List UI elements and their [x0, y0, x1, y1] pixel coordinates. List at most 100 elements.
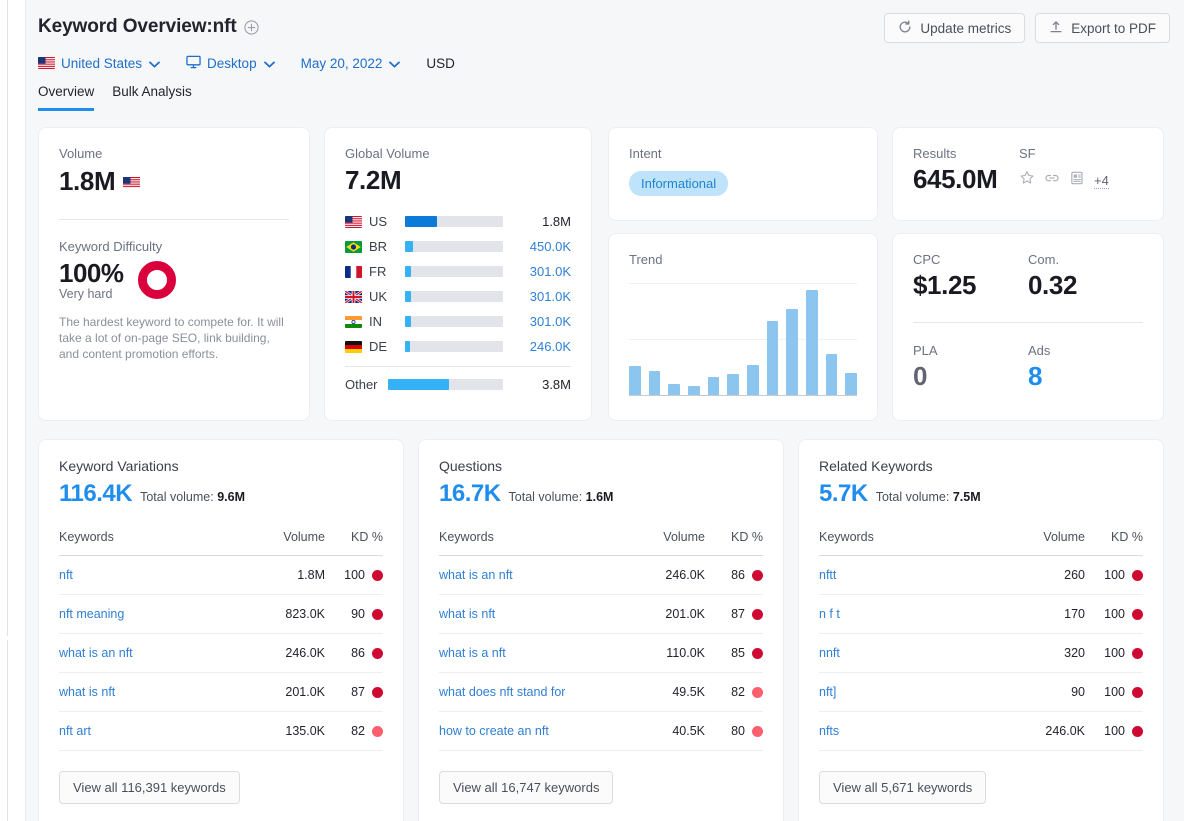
- related-keywords-view-all-button[interactable]: View all 5,671 keywords: [819, 771, 987, 804]
- trend-axis: [629, 395, 857, 396]
- country-label: United States: [61, 55, 143, 71]
- reviews-icon[interactable]: [1069, 170, 1085, 191]
- column-header-volume[interactable]: Volume: [639, 530, 705, 556]
- keyword-link[interactable]: what is nft: [59, 685, 115, 699]
- column-header-kd[interactable]: KD %: [705, 530, 763, 556]
- sf-more-link[interactable]: +4: [1094, 173, 1109, 189]
- trend-bar[interactable]: [707, 377, 720, 395]
- keyword-cell: nftt: [819, 555, 971, 595]
- keyword-link[interactable]: nfts: [819, 724, 839, 738]
- trend-bar[interactable]: [786, 308, 799, 395]
- kd-value: 82: [351, 724, 365, 738]
- kd-value: 100: [1104, 607, 1125, 621]
- date-selector[interactable]: May 20, 2022: [301, 56, 401, 71]
- keyword-link[interactable]: nft meaning: [59, 607, 124, 621]
- ads-value[interactable]: 8: [1028, 361, 1143, 392]
- trend-bar[interactable]: [825, 353, 838, 395]
- global-volume-card: Global Volume 7.2M US 1.8M BR 450.0K FR 301.0…: [324, 127, 592, 421]
- keyword-link[interactable]: what is a nft: [439, 646, 506, 660]
- trend-bar[interactable]: [688, 386, 700, 395]
- questions-view-all-button[interactable]: View all 16,747 keywords: [439, 771, 614, 804]
- column-header-keywords[interactable]: Keywords: [819, 530, 970, 556]
- kd-cell: 82: [325, 711, 383, 751]
- keyword-variations-card: Keyword Variations 116.4K Total volume: 9.…: [38, 439, 404, 821]
- trend-bar[interactable]: [766, 321, 779, 395]
- table-row: what is an nft 246.0K 86: [59, 633, 383, 673]
- trend-bar[interactable]: [668, 383, 681, 395]
- volume-bar-fill: [405, 241, 413, 252]
- keyword-link[interactable]: what is an nft: [439, 568, 513, 582]
- keyword-link[interactable]: nft]: [819, 685, 836, 699]
- volume-cell: 1.8M: [228, 555, 325, 595]
- trend-bar[interactable]: [806, 289, 818, 395]
- column-header-kd[interactable]: KD %: [325, 530, 383, 556]
- country-selector[interactable]: United States: [38, 56, 160, 71]
- table-row: nftt 260 100: [819, 555, 1143, 595]
- volume-value: 1.8M: [542, 214, 571, 229]
- kd-cell: 86: [325, 633, 383, 673]
- keyword-link[interactable]: n f t: [819, 607, 840, 621]
- volume-value[interactable]: 301.0K: [513, 289, 571, 304]
- device-selector[interactable]: Desktop: [186, 55, 275, 72]
- plus-circle-icon[interactable]: [244, 19, 259, 35]
- column-header-keywords[interactable]: Keywords: [59, 530, 229, 556]
- refresh-icon: [898, 19, 912, 37]
- kd-cell: 100: [325, 555, 383, 595]
- keyword-link[interactable]: nftt: [819, 568, 836, 582]
- kd-dot: [1132, 725, 1143, 737]
- keyword-link[interactable]: how to create an nft: [439, 724, 549, 738]
- column-header-volume[interactable]: Volume: [970, 530, 1085, 556]
- keyword-link[interactable]: what is an nft: [59, 646, 133, 660]
- header-filters: United States Desktop May 20, 2022 USD: [38, 48, 1184, 78]
- trend-bar[interactable]: [727, 373, 740, 395]
- other-label: Other: [345, 377, 378, 392]
- volume-value[interactable]: 301.0K: [513, 264, 571, 279]
- results-column: Results 645.0M: [913, 146, 1019, 195]
- star-icon[interactable]: [1019, 170, 1035, 191]
- update-metrics-button[interactable]: Update metrics: [884, 13, 1026, 43]
- volume-value[interactable]: 450.0K: [513, 239, 571, 254]
- left-rail-divider-bottom: [7, 640, 8, 821]
- trend-bar[interactable]: [629, 365, 641, 395]
- volume-value[interactable]: 301.0K: [513, 314, 571, 329]
- device-label: Desktop: [207, 55, 257, 71]
- keyword-variations-total-volume: Total volume: 9.6M: [140, 490, 245, 504]
- ads-label: Ads: [1028, 343, 1051, 358]
- volume-value[interactable]: 246.0K: [513, 339, 571, 354]
- kd-value: 100: [344, 568, 365, 582]
- keyword-link[interactable]: nft art: [59, 724, 91, 738]
- volume-cell: 201.0K: [639, 594, 705, 634]
- pla-column: PLA 0: [913, 343, 1028, 392]
- kd-dot: [1132, 569, 1143, 581]
- trend-bar[interactable]: [648, 371, 661, 395]
- export-pdf-button[interactable]: Export to PDF: [1035, 13, 1170, 43]
- table-row: what is an nft 246.0K 86: [439, 555, 763, 595]
- keyword-link[interactable]: nft: [59, 568, 73, 582]
- tab-overview[interactable]: Overview: [38, 84, 95, 111]
- intent-card: Intent Informational: [608, 127, 878, 221]
- volume-bar-track: [405, 291, 503, 302]
- trend-bar[interactable]: [747, 364, 759, 395]
- tab-bulk-analysis[interactable]: Bulk Analysis: [112, 84, 192, 111]
- questions-count: 16.7K: [439, 480, 501, 507]
- kd-cell: 100: [1085, 594, 1143, 634]
- column-header-volume[interactable]: Volume: [229, 530, 325, 556]
- column-header-kd[interactable]: KD %: [1085, 530, 1143, 556]
- header-actions: Update metrics Export to PDF: [884, 13, 1170, 43]
- intent-badge[interactable]: Informational: [629, 171, 729, 196]
- trend-bar[interactable]: [845, 372, 858, 395]
- volume-cell: 135.0K: [228, 711, 325, 751]
- column-header-keywords[interactable]: Keywords: [439, 530, 639, 556]
- keyword-link[interactable]: what is nft: [439, 607, 495, 621]
- keyword-variations-title: Keyword Variations: [59, 458, 179, 474]
- keyword-link[interactable]: what does nft stand for: [439, 685, 565, 699]
- related-keywords-total-volume: Total volume: 7.5M: [875, 490, 981, 504]
- kd-cell: 100: [1085, 555, 1143, 595]
- keyword-link[interactable]: nnft: [819, 646, 840, 660]
- sf-icon-list: +4: [1019, 170, 1109, 191]
- link-icon[interactable]: [1044, 170, 1060, 191]
- de-flag-icon: [345, 340, 362, 353]
- kd-value: 86: [351, 646, 365, 660]
- keyword-variations-view-all-button[interactable]: View all 116,391 keywords: [59, 771, 240, 804]
- kd-value: 100: [1104, 568, 1125, 582]
